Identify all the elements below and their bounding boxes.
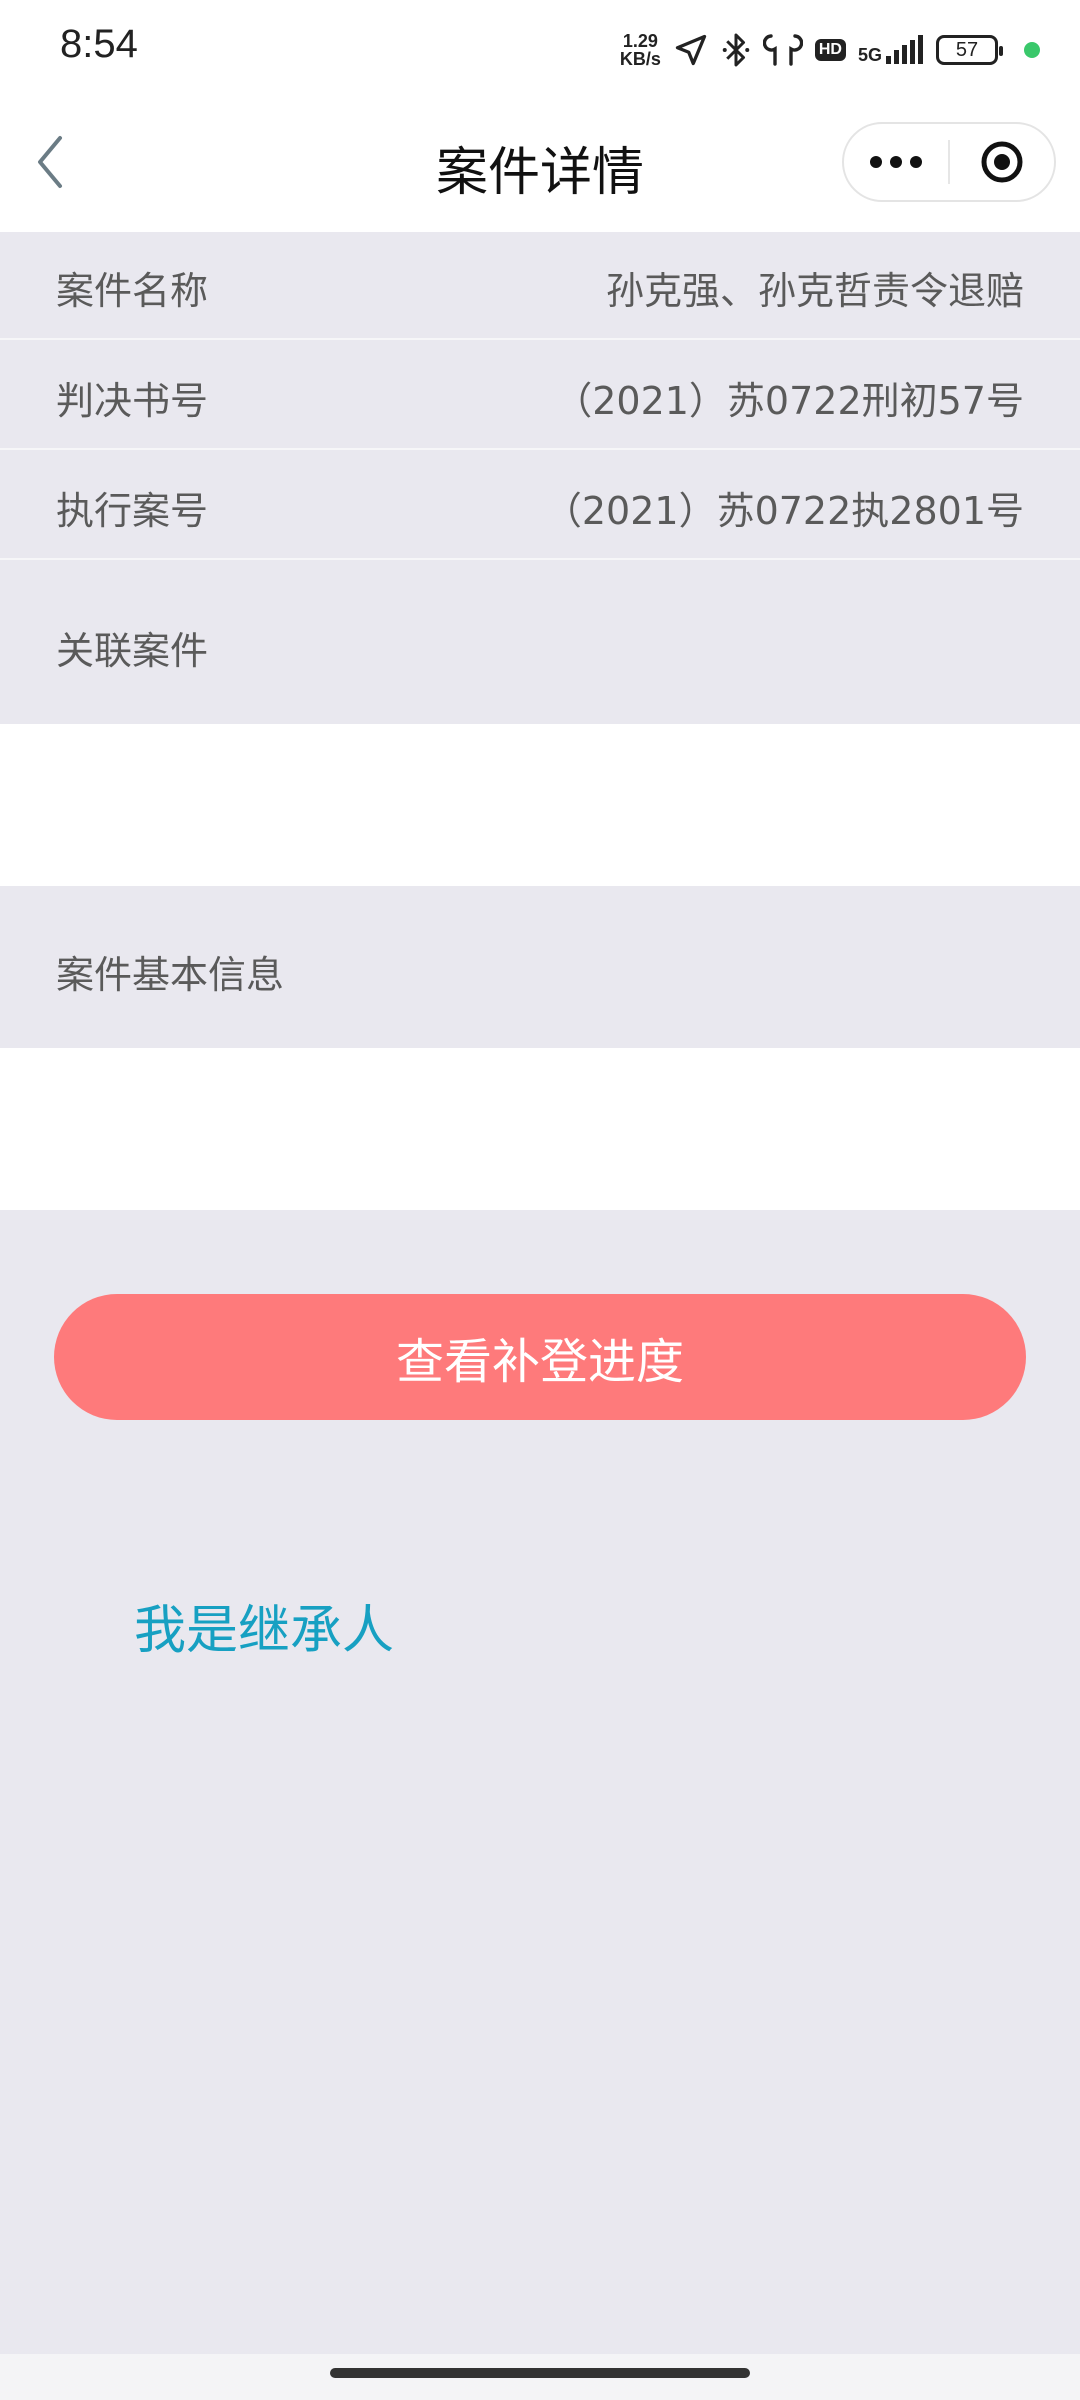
earbuds-icon xyxy=(762,34,803,66)
view-progress-button[interactable]: 查看补登进度 xyxy=(54,1294,1026,1420)
bluetooth-icon xyxy=(722,33,750,67)
hd-badge: HD xyxy=(814,39,846,61)
status-bar: 8:54 1.29 KB/s HD 5G 57 xyxy=(0,0,1080,100)
close-mini-program-button[interactable] xyxy=(950,124,1054,200)
home-indicator[interactable] xyxy=(330,2368,750,2378)
basic-info-title: 案件基本信息 xyxy=(56,953,285,997)
basic-info-content xyxy=(0,1048,1080,1210)
detail-value: 孙克强、孙克哲责令退赔 xyxy=(605,269,1024,313)
net-speed-unit: KB/s xyxy=(619,49,661,69)
detail-row-execution-number: 执行案号 （2021）苏0722执2801号 xyxy=(0,452,1080,560)
location-icon xyxy=(675,34,707,66)
battery-level: 57 xyxy=(955,38,979,61)
status-icons: 1.29 KB/s HD 5G 57 xyxy=(620,28,1040,72)
more-dots-icon xyxy=(870,156,922,168)
mini-program-capsule xyxy=(842,122,1056,202)
detail-label: 判决书号 xyxy=(56,379,209,423)
related-cases-content xyxy=(0,724,1080,886)
network-type: 5G xyxy=(857,45,882,65)
net-speed-value: 1.29 xyxy=(622,31,658,51)
detail-label: 执行案号 xyxy=(56,489,209,533)
nav-bar: 案件详情 xyxy=(0,100,1080,232)
detail-row-case-name: 案件名称 孙克强、孙克哲责令退赔 xyxy=(0,232,1080,340)
detail-value: （2021）苏0722刑初57号 xyxy=(554,379,1024,423)
detail-label: 案件名称 xyxy=(56,269,209,313)
more-button[interactable] xyxy=(844,124,948,200)
related-cases-title: 关联案件 xyxy=(56,629,209,673)
privacy-indicator-dot xyxy=(1024,42,1040,58)
detail-row-judgment-number: 判决书号 （2021）苏0722刑初57号 xyxy=(0,342,1080,450)
detail-value: （2021）苏0722执2801号 xyxy=(543,489,1024,533)
net-speed: 1.29 KB/s xyxy=(620,32,661,68)
battery-icon: 57 xyxy=(936,35,1003,65)
related-cases-section: 关联案件 xyxy=(0,562,1080,724)
signal-group: 5G xyxy=(858,34,924,66)
target-circle-icon xyxy=(981,141,1023,183)
signal-icon xyxy=(886,35,923,64)
heir-link[interactable]: 我是继承人 xyxy=(134,1588,394,1663)
basic-info-section: 案件基本信息 xyxy=(0,886,1080,1048)
status-time: 8:54 xyxy=(60,22,138,66)
